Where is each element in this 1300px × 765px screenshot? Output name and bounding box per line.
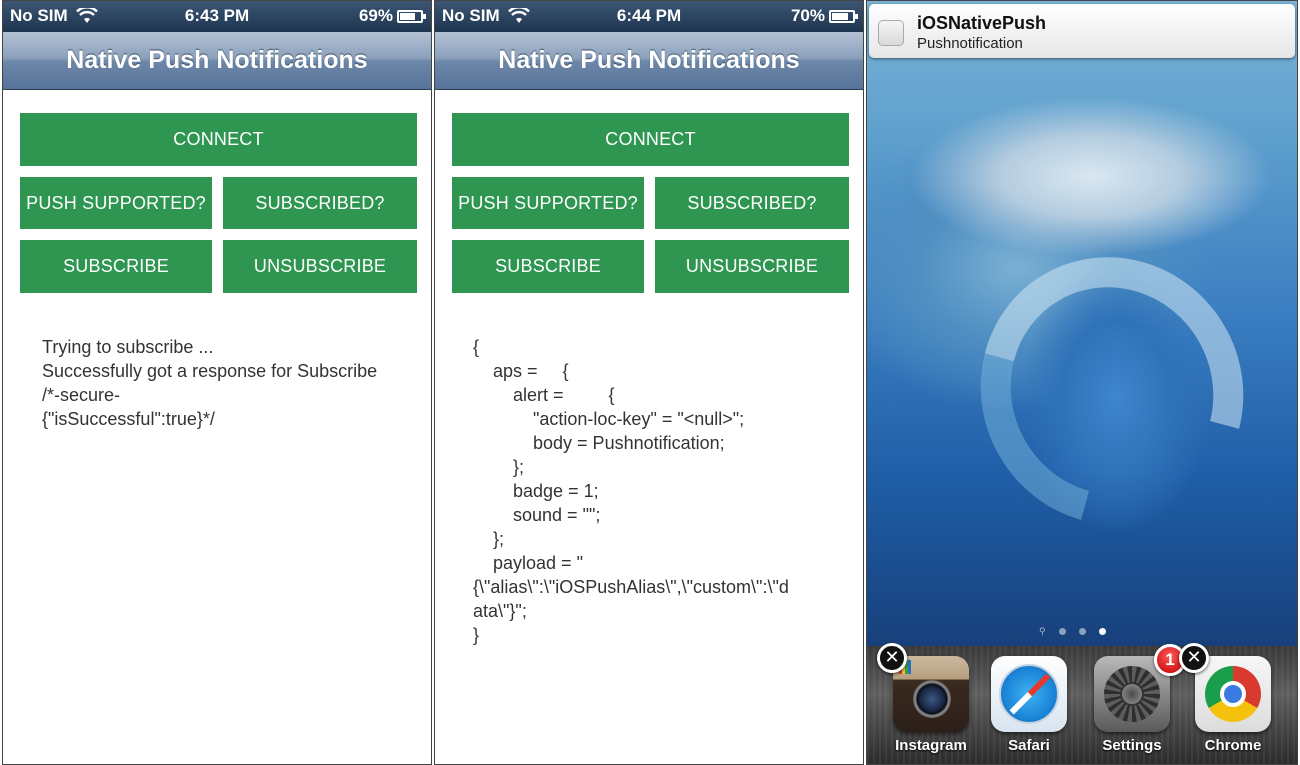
payload-line: payload = "	[473, 553, 583, 573]
payload-line: aps = {	[473, 361, 569, 381]
log-line: /*-secure-	[42, 385, 121, 405]
connect-button[interactable]: CONNECT	[20, 113, 417, 166]
subscribe-button[interactable]: SUBSCRIBE	[452, 240, 644, 293]
page-title: Native Push Notifications	[3, 32, 431, 90]
page-indicator[interactable]: ⚲	[1039, 627, 1106, 636]
notification-banner[interactable]: iOSNativePush Pushnotification	[869, 4, 1295, 58]
search-icon[interactable]: ⚲	[1039, 627, 1046, 636]
dock-app-safari[interactable]: Safari	[989, 656, 1069, 756]
notification-body: Pushnotification	[917, 35, 1023, 52]
subscribed-button[interactable]: SUBSCRIBED?	[223, 177, 417, 229]
payload-line: "action-loc-key" = "<null>";	[473, 409, 745, 429]
instagram-icon[interactable]	[893, 656, 969, 732]
app-screen-1: No SIM 6:43 PM 69% Native Push Notificat…	[2, 0, 432, 765]
battery-percent: 70%	[790, 6, 825, 25]
app-screen-2: No SIM 6:44 PM 70% Native Push Notificat…	[434, 0, 864, 765]
push-supported-button[interactable]: PUSH SUPPORTED?	[452, 177, 644, 229]
payload-line: }	[473, 625, 480, 645]
payload-line: alert = {	[473, 385, 615, 405]
home-screen: iOSNativePush Pushnotification ⚲ ✕ Insta…	[866, 0, 1298, 765]
push-supported-button[interactable]: PUSH SUPPORTED?	[20, 177, 212, 229]
battery-icon	[829, 9, 858, 23]
app-icon	[878, 20, 904, 46]
unsubscribe-button[interactable]: UNSUBSCRIBE	[223, 240, 417, 293]
payload-line: {\"alias\":\"iOSPushAlias\",\"custom\":\…	[473, 577, 789, 597]
dock-app-settings[interactable]: 1 Settings	[1092, 644, 1186, 756]
delete-icon[interactable]: ✕	[877, 643, 907, 673]
chrome-icon[interactable]	[1195, 656, 1271, 732]
payload-line: sound = "";	[473, 505, 601, 525]
payload-line: };	[473, 529, 505, 549]
page-dot[interactable]	[1078, 628, 1086, 635]
status-bar: No SIM 6:44 PM 70%	[435, 1, 863, 32]
notification-title: iOSNativePush	[917, 13, 1047, 33]
payload-line: {	[473, 337, 480, 357]
log-line: Successfully got a response for Subscrib…	[42, 361, 378, 381]
dock-app-instagram[interactable]: ✕ Instagram	[877, 643, 971, 756]
log-line: {"isSuccessful":true}*/	[42, 409, 215, 429]
page-dot[interactable]	[1058, 628, 1066, 635]
connect-button[interactable]: CONNECT	[452, 113, 849, 166]
status-bar: No SIM 6:43 PM 69%	[3, 1, 431, 32]
payload-line: ata\"}";	[473, 601, 527, 621]
log-line: Trying to subscribe ...	[42, 337, 214, 357]
app-label: Instagram	[895, 737, 967, 754]
page-dot-active[interactable]	[1098, 628, 1106, 635]
battery-percent: 69%	[358, 6, 393, 25]
payload-line: body = Pushnotification;	[473, 433, 725, 453]
payload-output: { aps = { alert = { "action-loc-key" = "…	[473, 335, 833, 647]
payload-line: badge = 1;	[473, 481, 599, 501]
unsubscribe-button[interactable]: UNSUBSCRIBE	[655, 240, 849, 293]
delete-icon[interactable]: ✕	[1179, 643, 1209, 673]
dock-app-chrome[interactable]: ✕ Chrome	[1179, 643, 1273, 756]
app-label: Safari	[1008, 737, 1050, 754]
app-label: Chrome	[1204, 737, 1262, 754]
page-title: Native Push Notifications	[435, 32, 863, 90]
battery-icon	[397, 9, 426, 23]
subscribed-button[interactable]: SUBSCRIBED?	[655, 177, 849, 229]
log-output: Trying to subscribe ... Successfully got…	[42, 335, 412, 431]
app-label: Settings	[1102, 737, 1162, 754]
safari-icon[interactable]	[991, 656, 1067, 732]
subscribe-button[interactable]: SUBSCRIBE	[20, 240, 212, 293]
payload-line: };	[473, 457, 525, 477]
